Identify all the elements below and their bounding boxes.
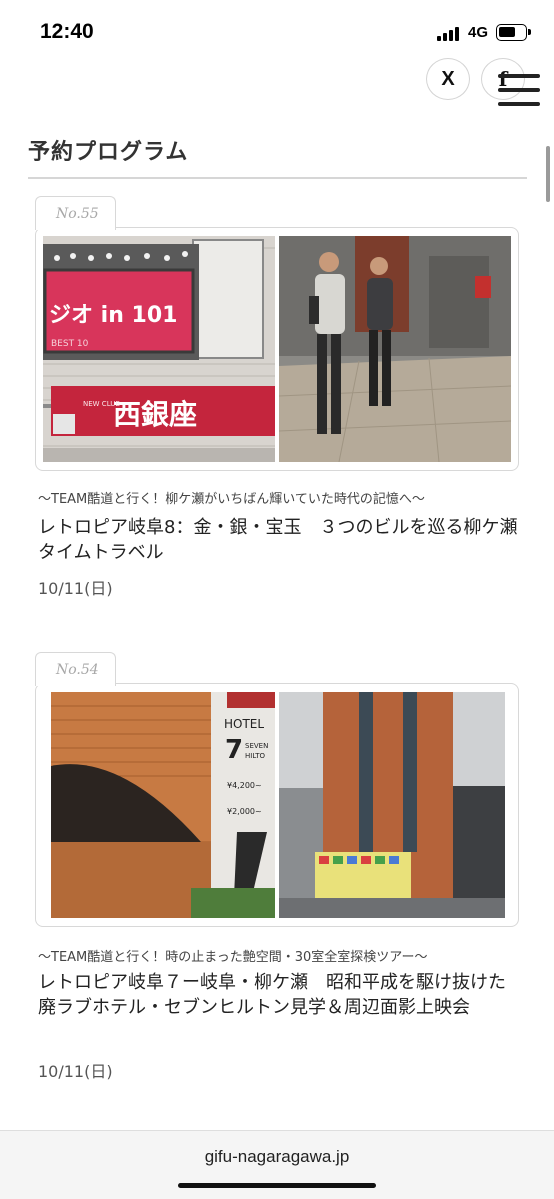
program-title-link[interactable]: レトロピア岐阜７ー岐阜・柳ケ瀬 昭和平成を駆け抜けた廃ラブホテル・セブンヒルトン… [38,970,520,1020]
section-title: 予約プログラム [28,140,189,165]
sign-sub-text: BEST 10 [51,339,89,349]
program-card[interactable]: No.55 ジオ in 101 BEST 10 西銀座 NEW CLUB 〜TE… [35,196,520,598]
status-time: 12:40 [40,20,94,43]
hotel-number-text: 7 [225,735,243,765]
hotel-name-line2: HILTO [245,752,266,760]
program-date: 10/11(日) [38,1062,113,1081]
x-icon: X [441,67,455,90]
network-type: 4G [468,24,489,41]
photo-hotel-building [279,692,505,918]
program-date: 10/11(日) [38,579,113,598]
program-card[interactable]: No.54 HOTEL 7 SEVEN HILTO ¥4,200~ ¥2,000… [35,652,519,1082]
sign-bottom-small-text: NEW CLUB [83,400,120,408]
sign-bottom-text: 西銀座 [113,398,197,431]
program-number: No.54 [35,652,116,686]
hotel-rate-1: ¥4,200~ [227,781,262,790]
scrollbar[interactable] [546,146,550,202]
browser-url-bar[interactable]: gifu-nagaragawa.jp [0,1130,554,1199]
battery-icon [496,24,531,41]
program-title-link[interactable]: レトロピア岐阜8：金・銀・宝玉 ３つのビルを巡る柳ケ瀬タイムトラベル [38,515,520,565]
photo-hotel-sign: HOTEL 7 SEVEN HILTO ¥4,200~ ¥2,000~ [51,692,275,918]
section-divider [28,177,527,179]
share-x-button[interactable]: X [426,58,470,100]
photo-street-guides [279,236,511,462]
status-bar: 12:40 4G [0,0,554,62]
sign-top-text: ジオ in 101 [49,303,177,328]
program-image[interactable]: ジオ in 101 BEST 10 西銀座 NEW CLUB [35,227,519,471]
program-number: No.55 [35,196,116,230]
url-text[interactable]: gifu-nagaragawa.jp [0,1147,554,1167]
hotel-name-line1: SEVEN [245,742,268,750]
photo-signboards: ジオ in 101 BEST 10 西銀座 NEW CLUB [43,236,275,462]
hamburger-menu-icon[interactable] [498,72,540,108]
cellular-signal-icon [437,27,465,41]
program-tagline: 〜TEAM酷道と行く！柳ケ瀬がいちばん輝いていた時代の記憶へ〜 [38,492,425,507]
program-tagline: 〜TEAM酷道と行く！時の止まった艶空間・30室全室探検ツアー〜 [38,950,428,965]
home-indicator[interactable] [178,1183,376,1188]
program-image[interactable]: HOTEL 7 SEVEN HILTO ¥4,200~ ¥2,000~ [35,683,519,927]
hotel-rate-2: ¥2,000~ [227,807,262,816]
hotel-sign-text: HOTEL [224,717,264,731]
